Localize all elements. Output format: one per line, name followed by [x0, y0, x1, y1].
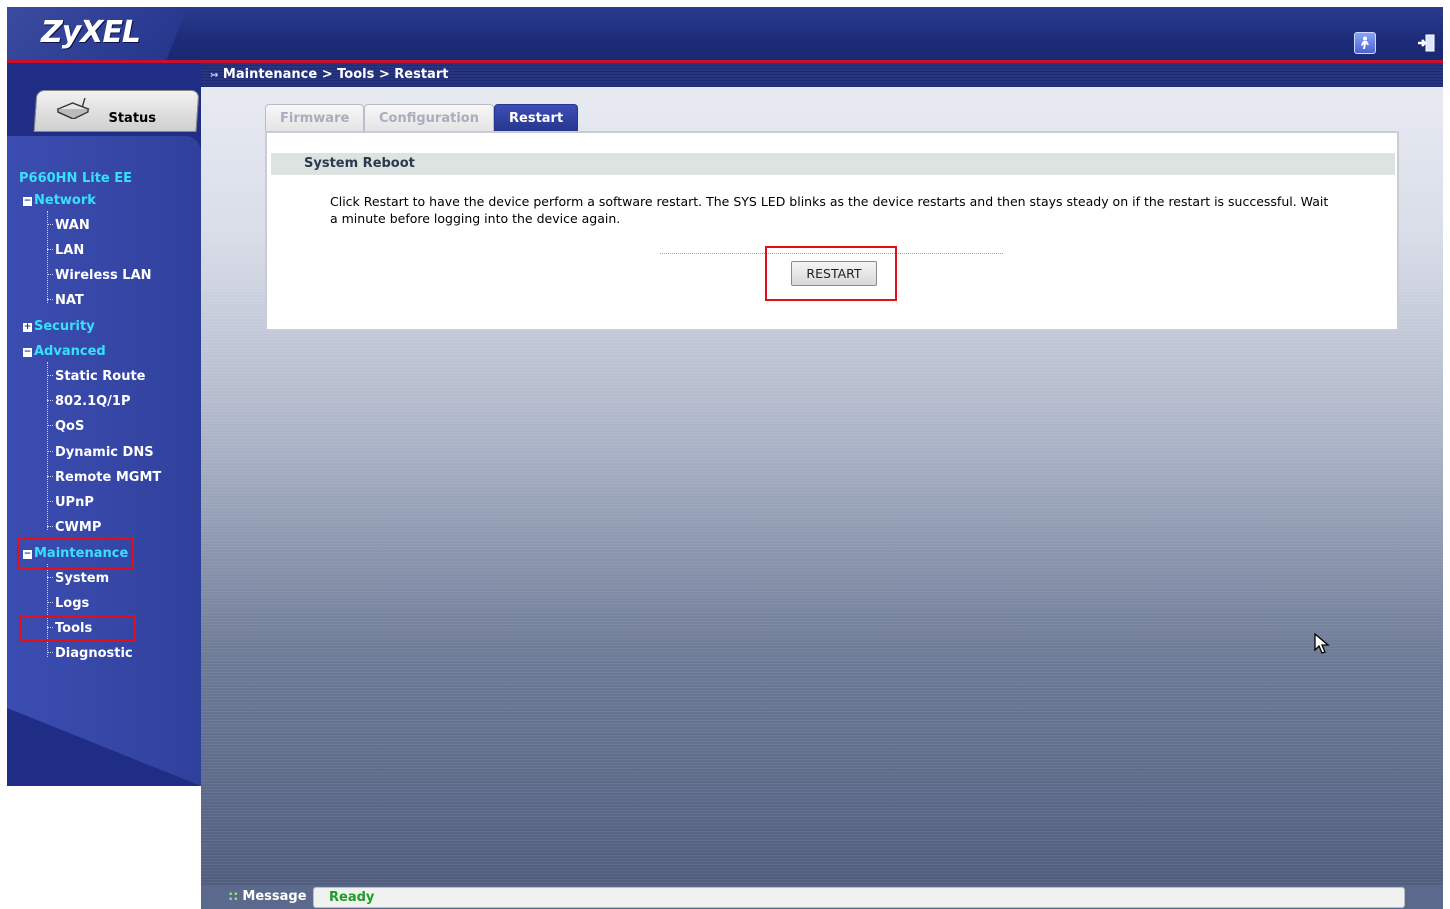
sidebar-item-lan[interactable]: LAN: [55, 243, 84, 258]
restart-panel: System Reboot Click Restart to have the …: [265, 131, 1399, 331]
tree-line-advanced: [47, 362, 48, 530]
sidebar-item-static-route[interactable]: Static Route: [55, 369, 145, 384]
tree-tick: [47, 652, 53, 653]
message-status: Ready: [329, 890, 375, 905]
tree-tick: [47, 451, 53, 452]
message-dots-icon: ::: [228, 889, 239, 904]
message-bar: :: Message Ready: [201, 885, 1443, 909]
tree-tick: [47, 526, 53, 527]
highlight-box-tools: [19, 615, 136, 642]
device-name: P660HN Lite EE: [19, 171, 133, 186]
expand-icon: +: [23, 322, 32, 332]
zyxel-logo: ZyXEL: [41, 15, 141, 50]
status-tab[interactable]: Status: [33, 90, 200, 132]
section-title: System Reboot: [271, 153, 1395, 175]
sidebar-group-security[interactable]: + Security: [23, 319, 95, 334]
tab-configuration[interactable]: Configuration: [364, 104, 494, 131]
restart-description: Click Restart to have the device perform…: [330, 194, 1329, 226]
sidebar-item-logs[interactable]: Logs: [55, 596, 89, 611]
sidebar-group-network[interactable]: − Network: [23, 193, 96, 208]
sidebar-item-system[interactable]: System: [55, 571, 109, 586]
sidebar-item-nat[interactable]: NAT: [55, 293, 84, 308]
sidebar-panel: [7, 136, 201, 786]
mouse-cursor-icon: [1314, 632, 1330, 659]
tree-tick: [47, 400, 53, 401]
sidebar-item-cwmp[interactable]: CWMP: [55, 520, 101, 535]
breadcrumb: ↣ Maintenance > Tools > Restart: [210, 67, 448, 82]
breadcrumb-arrow-icon: ↣: [210, 70, 219, 81]
logout-icon[interactable]: [1415, 32, 1437, 54]
sidebar: Status P660HN Lite EE − Network WAN LAN W…: [7, 63, 201, 909]
collapse-icon: −: [23, 196, 32, 206]
sidebar-item-qos[interactable]: QoS: [55, 419, 84, 434]
main-content: ↣ Maintenance > Tools > Restart Firmware…: [201, 63, 1443, 909]
tree-tick: [47, 274, 53, 275]
sidebar-item-8021q[interactable]: 802.1Q/1P: [55, 394, 131, 409]
collapse-icon: −: [23, 347, 32, 357]
message-field: Ready: [313, 887, 1405, 908]
sidebar-bottom: [7, 786, 201, 909]
tab-restart[interactable]: Restart: [494, 104, 579, 131]
tree-tick: [47, 224, 53, 225]
router-admin-window: ZyXEL Status P660HN Lite EE − Network WA…: [7, 7, 1443, 909]
tab-firmware[interactable]: Firmware: [265, 104, 365, 131]
header-bar: ZyXEL: [7, 7, 1443, 63]
tree-tick: [47, 577, 53, 578]
highlight-box-maintenance: [17, 537, 134, 569]
tree-tick: [47, 501, 53, 502]
sidebar-item-upnp[interactable]: UPnP: [55, 495, 94, 510]
sidebar-item-dynamic-dns[interactable]: Dynamic DNS: [55, 445, 154, 460]
tree-tick: [47, 299, 53, 300]
sidebar-item-remote-mgmt[interactable]: Remote MGMT: [55, 470, 161, 485]
sidebar-item-wireless-lan[interactable]: Wireless LAN: [55, 268, 152, 283]
sidebar-group-advanced[interactable]: − Advanced: [23, 344, 106, 359]
tree-tick: [47, 425, 53, 426]
tree-tick: [47, 476, 53, 477]
breadcrumb-bar: ↣ Maintenance > Tools > Restart: [201, 63, 1443, 87]
status-tab-label: Status: [108, 111, 157, 126]
tree-tick: [47, 249, 53, 250]
tree-tick: [47, 602, 53, 603]
breadcrumb-text: Maintenance > Tools > Restart: [222, 67, 449, 82]
message-label: :: Message: [228, 889, 307, 904]
router-icon: [56, 97, 90, 119]
sidebar-item-wan[interactable]: WAN: [55, 218, 90, 233]
sidebar-item-diagnostic[interactable]: Diagnostic: [55, 646, 133, 661]
highlight-box-restart: [765, 246, 897, 301]
tree-tick: [47, 375, 53, 376]
wizard-icon[interactable]: [1354, 32, 1376, 54]
